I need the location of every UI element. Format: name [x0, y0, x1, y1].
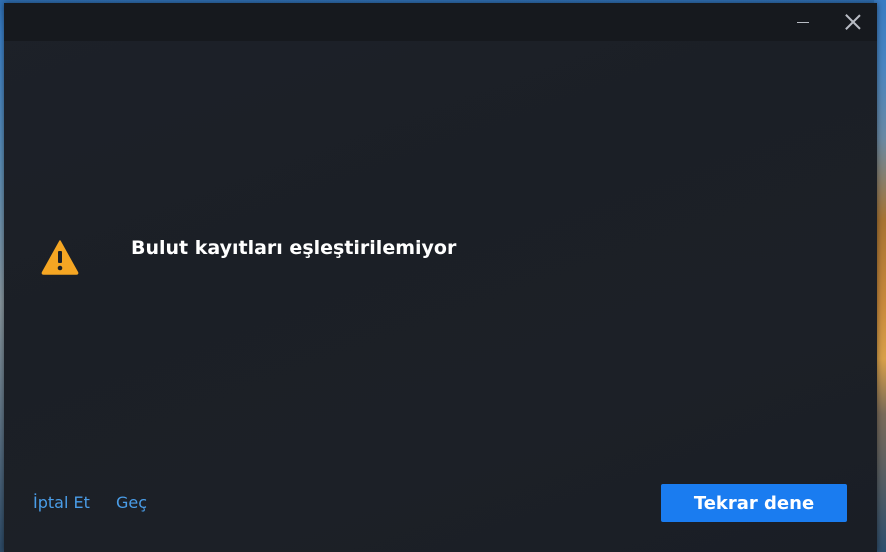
skip-link[interactable]: Geç — [116, 493, 147, 512]
minimize-button[interactable] — [780, 3, 826, 41]
retry-button[interactable]: Tekrar dene — [661, 484, 847, 522]
title-bar[interactable] — [4, 3, 877, 41]
warning-icon — [41, 240, 79, 275]
minimize-icon — [797, 21, 809, 23]
close-icon — [845, 14, 861, 30]
cancel-link[interactable]: İptal Et — [33, 493, 90, 512]
dialog-window: Bulut kayıtları eşleştirilemiyor İptal E… — [4, 3, 877, 552]
close-button[interactable] — [830, 3, 876, 41]
dialog-title: Bulut kayıtları eşleştirilemiyor — [131, 237, 457, 259]
